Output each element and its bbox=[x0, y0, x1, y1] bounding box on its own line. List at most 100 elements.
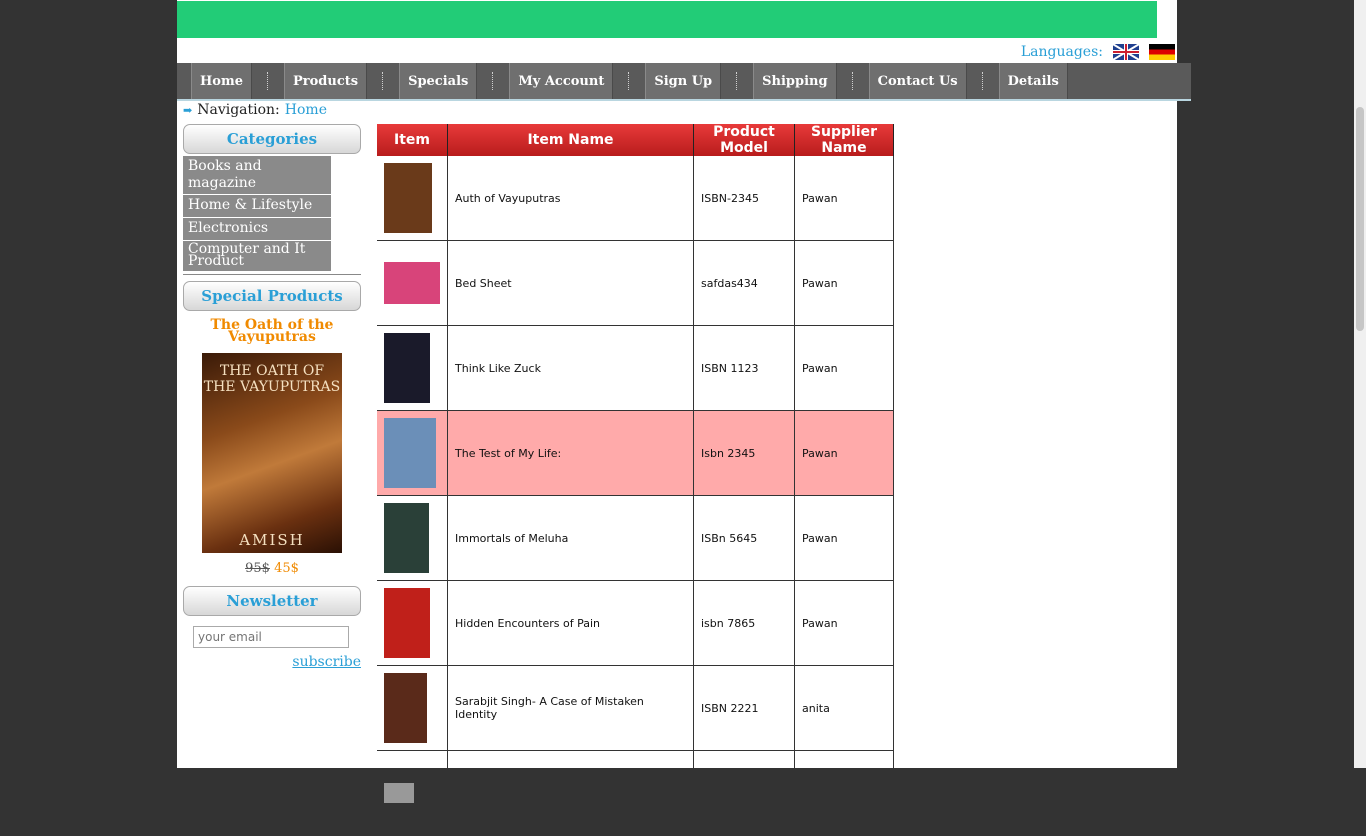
special-product-image[interactable]: THE OATH OF THE VAYUPUTRAS AMISH bbox=[202, 353, 342, 553]
category-home-lifestyle[interactable]: Home & Lifestyle bbox=[183, 195, 331, 218]
arrow-right-icon: ➡ bbox=[183, 103, 193, 117]
supplier-name-cell: Pawan bbox=[794, 156, 894, 241]
product-table: Item Item Name Product Model Supplier Na… bbox=[377, 124, 894, 836]
item-name-cell bbox=[447, 750, 694, 836]
supplier-name-cell: Pawan bbox=[794, 580, 894, 666]
nav-home[interactable]: Home bbox=[191, 63, 252, 99]
item-name-cell: Bed Sheet bbox=[447, 240, 694, 326]
product-thumbnail[interactable] bbox=[384, 163, 432, 233]
category-computer[interactable]: Computer and It Product bbox=[183, 241, 331, 272]
header-banner bbox=[177, 1, 1157, 38]
scrollbar-thumb[interactable] bbox=[1356, 107, 1364, 331]
product-thumbnail[interactable] bbox=[384, 588, 430, 658]
nav-products[interactable]: Products bbox=[283, 63, 368, 99]
product-thumbnail[interactable] bbox=[384, 503, 429, 573]
nav-separator bbox=[967, 63, 999, 99]
category-electronics[interactable]: Electronics bbox=[183, 218, 331, 241]
supplier-name-cell: anita bbox=[794, 665, 894, 751]
special-product-name[interactable]: The Oath of the Vayuputras bbox=[183, 318, 361, 344]
categories-heading: Categories bbox=[183, 124, 361, 154]
divider bbox=[183, 274, 361, 275]
item-name-cell: The Test of My Life: bbox=[447, 410, 694, 496]
table-row[interactable]: Auth of Vayuputras ISBN-2345 Pawan bbox=[377, 156, 894, 241]
product-model-cell: ISBN-2345 bbox=[693, 156, 795, 241]
category-books[interactable]: Books and magazine bbox=[183, 156, 331, 195]
item-thumbnail-cell bbox=[377, 665, 448, 751]
product-model-cell: Isbn 2345 bbox=[693, 410, 795, 496]
special-product-price: 95$ 45$ bbox=[183, 561, 361, 576]
nav-shipping[interactable]: Shipping bbox=[753, 63, 837, 99]
languages-label: Languages: bbox=[1020, 44, 1103, 60]
nav-contact-us[interactable]: Contact Us bbox=[868, 63, 967, 99]
breadcrumb-prefix: Navigation: bbox=[197, 102, 280, 118]
product-model-cell: isbn 7865 bbox=[693, 580, 795, 666]
item-name-cell: Think Like Zuck bbox=[447, 325, 694, 411]
table-row[interactable]: Think Like Zuck ISBN 1123 Pawan bbox=[377, 325, 894, 411]
column-header-item: Item bbox=[377, 124, 448, 156]
nav-separator bbox=[252, 63, 284, 99]
nav-separator bbox=[477, 63, 509, 99]
nav-details[interactable]: Details bbox=[998, 63, 1068, 99]
old-price: 95$ bbox=[245, 561, 270, 576]
germany-flag-icon[interactable] bbox=[1149, 44, 1175, 60]
product-model-cell: ISBN 2221 bbox=[693, 665, 795, 751]
sidebar: Categories Books and magazine Home & Lif… bbox=[183, 124, 361, 670]
book-cover-author: AMISH bbox=[239, 531, 305, 549]
category-list: Books and magazine Home & Lifestyle Elec… bbox=[183, 156, 331, 272]
table-row[interactable]: Bed Sheet safdas434 Pawan bbox=[377, 240, 894, 326]
item-name-cell: Immortals of Meluha bbox=[447, 495, 694, 581]
subscribe-link[interactable]: subscribe bbox=[183, 654, 361, 670]
product-thumbnail[interactable] bbox=[384, 783, 414, 803]
newsletter-heading: Newsletter bbox=[183, 586, 361, 616]
table-row[interactable]: Hidden Encounters of Pain isbn 7865 Pawan bbox=[377, 580, 894, 666]
item-thumbnail-cell bbox=[377, 580, 448, 666]
item-thumbnail-cell bbox=[377, 495, 448, 581]
product-model-cell: ISBN 1123 bbox=[693, 325, 795, 411]
nav-separator bbox=[367, 63, 399, 99]
new-price: 45$ bbox=[274, 561, 299, 576]
supplier-name-cell bbox=[794, 750, 894, 836]
table-row[interactable] bbox=[377, 750, 894, 836]
item-thumbnail-cell bbox=[377, 240, 448, 326]
nav-separator bbox=[721, 63, 753, 99]
email-field[interactable] bbox=[193, 626, 349, 648]
item-thumbnail-cell bbox=[377, 156, 448, 241]
product-model-cell bbox=[693, 750, 795, 836]
nav-separator bbox=[837, 63, 869, 99]
main-nav: Home Products Specials My Account Sign U… bbox=[177, 63, 1191, 101]
item-name-cell: Hidden Encounters of Pain bbox=[447, 580, 694, 666]
product-model-cell: safdas434 bbox=[693, 240, 795, 326]
table-row[interactable]: Sarabjit Singh- A Case of Mistaken Ident… bbox=[377, 665, 894, 751]
item-name-cell: Auth of Vayuputras bbox=[447, 156, 694, 241]
supplier-name-cell: Pawan bbox=[794, 240, 894, 326]
special-products-heading: Special Products bbox=[183, 281, 361, 311]
vertical-scrollbar[interactable] bbox=[1354, 0, 1366, 768]
column-header-item-name: Item Name bbox=[447, 124, 694, 156]
nav-specials[interactable]: Specials bbox=[399, 63, 478, 99]
breadcrumb-home-link[interactable]: Home bbox=[285, 102, 327, 118]
supplier-name-cell: Pawan bbox=[794, 495, 894, 581]
product-thumbnail[interactable] bbox=[384, 418, 436, 488]
supplier-name-cell: Pawan bbox=[794, 325, 894, 411]
breadcrumb: ➡ Navigation: Home bbox=[183, 102, 327, 118]
item-thumbnail-cell bbox=[377, 325, 448, 411]
table-row[interactable]: Immortals of Meluha ISBn 5645 Pawan bbox=[377, 495, 894, 581]
column-header-supplier-name: Supplier Name bbox=[794, 124, 894, 156]
uk-flag-icon[interactable] bbox=[1113, 44, 1139, 60]
table-header-row: Item Item Name Product Model Supplier Na… bbox=[377, 124, 894, 156]
nav-my-account[interactable]: My Account bbox=[509, 63, 614, 99]
language-selector: Languages: bbox=[1021, 44, 1175, 60]
nav-separator bbox=[613, 63, 645, 99]
column-header-product-model: Product Model bbox=[693, 124, 795, 156]
table-row[interactable]: The Test of My Life: Isbn 2345 Pawan bbox=[377, 410, 894, 496]
item-thumbnail-cell bbox=[377, 750, 448, 836]
book-cover-title: THE OATH OF THE VAYUPUTRAS bbox=[203, 363, 341, 395]
supplier-name-cell: Pawan bbox=[794, 410, 894, 496]
nav-sign-up[interactable]: Sign Up bbox=[645, 63, 722, 99]
item-name-cell: Sarabjit Singh- A Case of Mistaken Ident… bbox=[447, 665, 694, 751]
product-thumbnail[interactable] bbox=[384, 262, 440, 304]
product-thumbnail[interactable] bbox=[384, 333, 430, 403]
product-thumbnail[interactable] bbox=[384, 673, 427, 743]
page: Languages: Home Products Specials My Acc… bbox=[177, 0, 1191, 836]
item-thumbnail-cell bbox=[377, 410, 448, 496]
